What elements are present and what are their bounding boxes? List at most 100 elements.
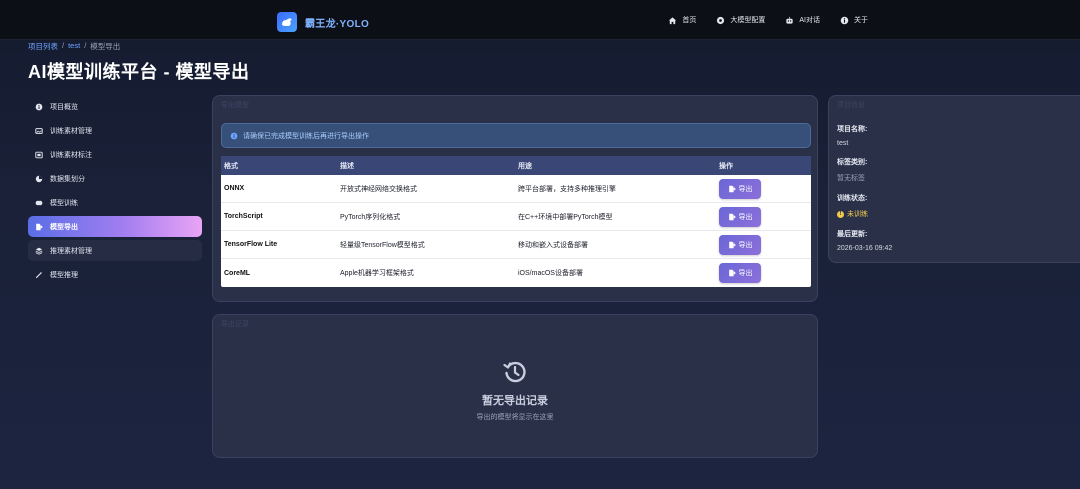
breadcrumb-projects[interactable]: 项目列表 [28,41,58,52]
breadcrumb-project-test[interactable]: test [68,41,80,52]
sidebar-item-label: 训练素材管理 [50,127,92,135]
nav-model-config[interactable]: 大模型配置 [716,15,765,25]
sidebar-item-inference[interactable]: 模型推理 [28,264,202,285]
column-header-usage: 用途 [518,162,532,170]
images-icon [35,127,43,134]
export-button-label: 导出 [738,185,753,193]
export-button-label: 导出 [738,241,753,249]
label-classes-value: 暂无标签 [837,175,865,182]
train-status-label: 训练状态: [837,195,868,202]
nav-model-config-label: 大模型配置 [730,17,766,24]
action-cell: 导出 [719,206,811,227]
nav-ai-chat[interactable]: AI对话 [785,15,820,25]
info-icon [840,16,849,24]
sidebar-item-annotate[interactable]: 训练素材标注 [28,144,202,165]
warning-icon: ! [837,210,844,218]
pie-chart-icon [35,175,43,182]
export-card: 导出模型 请确保已完成模型训练后再进行导出操作 格式 描述 用途 操作 ONNX… [212,95,818,302]
breadcrumb-separator: / [62,41,65,50]
table-row: TorchScript PyTorch序列化格式 在C++环境中部署PyTorc… [221,203,811,231]
nav-about[interactable]: 关于 [840,15,868,25]
sidebar-item-label: 推理素材管理 [50,247,92,255]
last-updated-value: 2026-03-16 09:42 [837,245,893,252]
export-onnx-button[interactable]: 导出 [719,178,761,199]
model-config-icon [717,16,725,24]
action-cell: 导出 [719,263,811,283]
file-export-icon [728,241,736,248]
sidebar-item-export[interactable]: 模型导出 [28,216,202,237]
export-tflite-button[interactable]: 导出 [719,234,761,255]
table-header: 格式 描述 用途 操作 [221,156,811,175]
sidebar-item-label: 数据集划分 [50,175,85,183]
action-cell: 导出 [719,178,811,199]
sidebar-item-overview[interactable]: 项目概览 [28,96,202,117]
sidebar: 项目概览 训练素材管理 训练素材标注 数据集划分 模型训练 模型导出 推理素材管… [28,96,202,288]
table-row: CoreML Apple机器学习框架格式 iOS/macOS设备部署 导出 [221,259,811,287]
info-circle-icon [35,103,43,110]
column-header-desc: 描述 [340,162,354,170]
empty-state: 暂无导出记录 导出的模型将显示在这里 [213,359,817,422]
export-coreml-button[interactable]: 导出 [719,263,761,283]
usage-cell: 移动和嵌入式设备部署 [518,241,588,249]
sidebar-item-label: 项目概览 [50,103,78,111]
project-name-label: 项目名称: [837,126,868,133]
last-updated-label: 最后更新: [837,231,868,238]
usage-cell: 在C++环境中部署PyTorch模型 [518,213,613,221]
history-icon [503,361,526,383]
export-card-header: 导出模型 [221,102,249,109]
file-export-icon [728,185,736,192]
nav-ai-chat-label: AI对话 [799,17,820,24]
format-cell: TorchScript [224,213,263,220]
sidebar-item-label: 模型导出 [50,223,78,231]
export-button-label: 导出 [738,270,753,277]
info-icon [230,132,238,139]
export-alert-text: 请确保已完成模型训练后再进行导出操作 [243,132,369,140]
dino-logo-icon [277,12,297,32]
nav-home[interactable]: 首页 [668,15,696,25]
brand[interactable]: 霸王龙·YOLO [277,12,369,32]
export-history-card: 导出记录 暂无导出记录 导出的模型将显示在这里 [212,314,818,458]
export-format-table: 格式 描述 用途 操作 ONNX 开放式神经网络交换格式 跨平台部署，支持多种推… [221,156,811,287]
column-header-format: 格式 [224,162,238,170]
nav-about-label: 关于 [854,17,868,24]
sidebar-item-train[interactable]: 模型训练 [28,192,202,213]
usage-cell: iOS/macOS设备部署 [518,270,583,277]
train-status-badge: ! 未训练 [837,209,892,219]
desc-cell: 开放式神经网络交换格式 [340,185,417,193]
sidebar-item-dataset-split[interactable]: 数据集划分 [28,168,202,189]
export-icon [36,223,43,230]
column-header-action: 操作 [719,162,733,170]
train-status-value: 未训练 [847,211,868,218]
top-navbar: 霸王龙·YOLO 首页 大模型配置 AI对话 关于 [0,0,1080,40]
project-info-body: 项目名称: test 标签类别: 暂无标签 训练状态: ! 未训练 最后更新: … [837,124,892,262]
format-cell: CoreML [224,269,251,277]
file-export-icon [728,269,736,277]
sidebar-item-train-assets[interactable]: 训练素材管理 [28,120,202,141]
action-cell: 导出 [719,234,811,255]
desc-cell: Apple机器学习框架格式 [340,270,414,277]
project-name-value: test [837,140,849,147]
sidebar-item-label: 训练素材标注 [50,151,92,159]
nav-home-label: 首页 [682,17,697,24]
export-torchscript-button[interactable]: 导出 [719,206,761,227]
main-nav: 首页 大模型配置 AI对话 关于 [668,15,868,25]
annotate-icon [35,151,43,158]
label-classes-label: 标签类别: [837,159,868,166]
sidebar-item-infer-assets[interactable]: 推理素材管理 [28,240,202,261]
sidebar-item-label: 模型训练 [50,199,78,207]
export-alert: 请确保已完成模型训练后再进行导出操作 [221,123,811,148]
table-row: TensorFlow Lite 轻量级TensorFlow模型格式 移动和嵌入式… [221,231,811,259]
sidebar-item-label: 模型推理 [50,271,78,279]
table-row: ONNX 开放式神经网络交换格式 跨平台部署，支持多种推理引擎 导出 [221,175,811,203]
desc-cell: 轻量级TensorFlow模型格式 [340,241,425,249]
desc-cell: PyTorch序列化格式 [340,213,401,221]
magic-wand-icon [35,271,43,278]
info-card-header: 项目信息 [837,102,865,109]
format-cell: TensorFlow Lite [224,241,278,248]
format-cell: ONNX [224,185,245,192]
file-export-icon [728,213,736,220]
robot-icon [786,16,794,24]
usage-cell: 跨平台部署，支持多种推理引擎 [518,185,616,193]
empty-state-title: 暂无导出记录 [482,395,548,407]
export-button-label: 导出 [738,213,753,221]
